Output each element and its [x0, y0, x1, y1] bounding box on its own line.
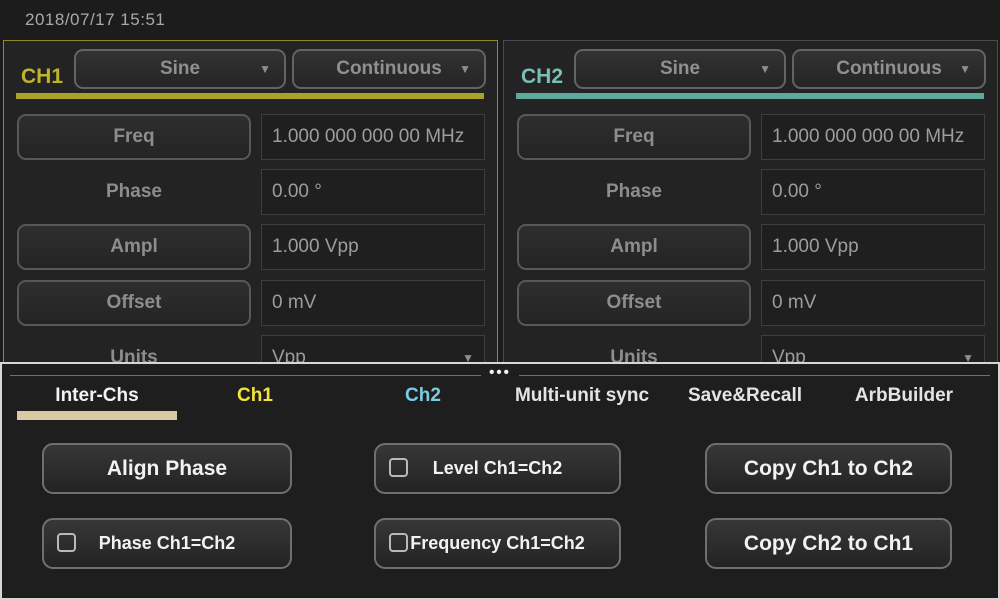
mode-select-ch1[interactable]: Continuous ▼ [292, 49, 486, 89]
copy-ch2-to-ch1-button[interactable]: Copy Ch2 to Ch1 [705, 518, 952, 569]
mode-select-value: Continuous [836, 58, 942, 80]
waveform-select-value: Sine [160, 58, 200, 80]
waveform-select-ch1[interactable]: Sine ▼ [74, 49, 286, 89]
tab-multi-unit-sync[interactable]: Multi-unit sync [502, 382, 662, 410]
frequency-ch1-ch2-toggle[interactable]: Frequency Ch1=Ch2 [374, 518, 621, 569]
waveform-select-value: Sine [660, 58, 700, 80]
tab-ch2[interactable]: Ch2 [398, 382, 448, 410]
generator-screen: 2018/07/17 15:51 CH1 Sine ▼ Continuous ▼… [0, 0, 1000, 600]
chevron-down-icon: ▼ [959, 62, 971, 76]
phase-ch1-ch2-toggle[interactable]: Phase Ch1=Ch2 [42, 518, 292, 569]
drag-handle-icon[interactable]: ••• [481, 365, 519, 381]
ampl-value-ch2[interactable]: 1.000 Vpp [761, 224, 985, 270]
level-ch1-ch2-toggle[interactable]: Level Ch1=Ch2 [374, 443, 621, 494]
waveform-select-ch2[interactable]: Sine ▼ [574, 49, 786, 89]
tab-ch1[interactable]: Ch1 [230, 382, 280, 410]
phase-label-ch1[interactable]: Phase [17, 169, 251, 215]
align-phase-button[interactable]: Align Phase [42, 443, 292, 494]
checkbox-unchecked-icon[interactable] [389, 458, 408, 477]
offset-button-ch1[interactable]: Offset [17, 280, 251, 326]
offset-button-ch2[interactable]: Offset [517, 280, 751, 326]
mode-select-ch2[interactable]: Continuous ▼ [792, 49, 986, 89]
offset-value-ch1[interactable]: 0 mV [261, 280, 485, 326]
freq-button-ch2[interactable]: Freq [517, 114, 751, 160]
active-tab-underline [17, 411, 177, 420]
phase-label-ch2[interactable]: Phase [517, 169, 751, 215]
channel-accent-bar [16, 93, 484, 99]
ampl-button-ch2[interactable]: Ampl [517, 224, 751, 270]
ampl-value-ch1[interactable]: 1.000 Vpp [261, 224, 485, 270]
ampl-button-ch1[interactable]: Ampl [17, 224, 251, 270]
inter-channel-overlay-panel: ••• Inter-Chs Ch1 Ch2 Multi-unit sync Sa… [0, 362, 1000, 600]
offset-value-ch2[interactable]: 0 mV [761, 280, 985, 326]
tab-save-recall[interactable]: Save&Recall [680, 382, 810, 410]
tab-arbbuilder[interactable]: ArbBuilder [842, 382, 966, 410]
toggle-label: Frequency Ch1=Ch2 [410, 533, 585, 554]
copy-ch1-to-ch2-button[interactable]: Copy Ch1 to Ch2 [705, 443, 952, 494]
checkbox-unchecked-icon[interactable] [389, 533, 408, 552]
toggle-label: Level Ch1=Ch2 [433, 458, 563, 479]
toggle-label: Phase Ch1=Ch2 [99, 533, 236, 554]
datetime-display: 2018/07/17 15:51 [25, 10, 165, 30]
phase-value-ch1[interactable]: 0.00 ° [261, 169, 485, 215]
channel-label-ch2: CH2 [521, 65, 563, 89]
channel-panel-ch1: CH1 Sine ▼ Continuous ▼ Freq 1.000 000 0… [3, 40, 498, 370]
freq-value-ch1[interactable]: 1.000 000 000 00 MHz [261, 114, 485, 160]
channel-panel-ch2: CH2 Sine ▼ Continuous ▼ Freq 1.000 000 0… [503, 40, 998, 370]
chevron-down-icon: ▼ [459, 62, 471, 76]
freq-value-ch2[interactable]: 1.000 000 000 00 MHz [761, 114, 985, 160]
chevron-down-icon: ▼ [259, 62, 271, 76]
channel-accent-bar [516, 93, 984, 99]
chevron-down-icon: ▼ [759, 62, 771, 76]
channel-label-ch1: CH1 [21, 65, 63, 89]
tab-inter-chs[interactable]: Inter-Chs [17, 382, 177, 410]
phase-value-ch2[interactable]: 0.00 ° [761, 169, 985, 215]
checkbox-unchecked-icon[interactable] [57, 533, 76, 552]
mode-select-value: Continuous [336, 58, 442, 80]
freq-button-ch1[interactable]: Freq [17, 114, 251, 160]
